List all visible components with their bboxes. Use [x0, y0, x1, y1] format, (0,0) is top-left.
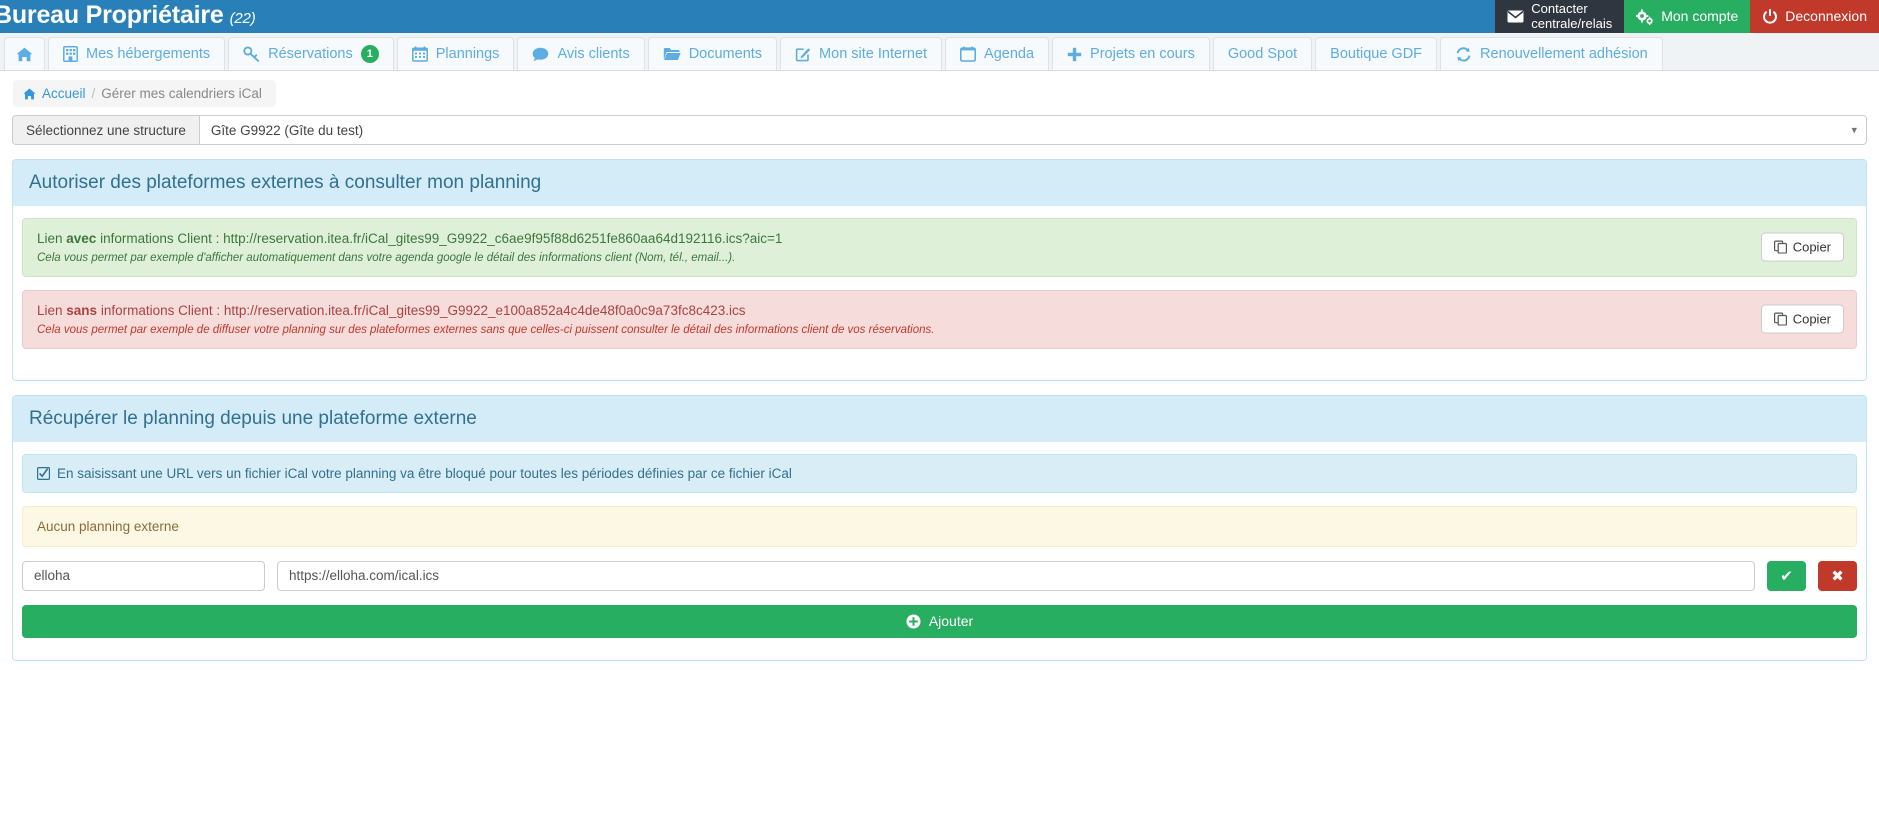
confirm-external-planning-button[interactable]: ✔ [1767, 560, 1806, 591]
contact-label-line2: centrale/relais [1531, 15, 1613, 31]
folder-icon [663, 47, 681, 61]
breadcrumb-separator: / [91, 86, 96, 101]
link-strong: avec [66, 231, 97, 246]
nav-tab-boutique-gdf[interactable]: Boutique GDF [1315, 37, 1438, 70]
nav-tab-label: Mes hébergements [86, 46, 211, 62]
contact-label-line1: Contacter [1531, 0, 1588, 16]
comment-icon [532, 47, 549, 62]
nav-tab-label: Good Spot [1227, 46, 1298, 62]
structure-select[interactable]: Gîte G9922 (Gîte du test) ▾ [198, 115, 1867, 145]
ical-link-without-client-info-note: Cela vous permet par exemple de diffuser… [37, 323, 935, 336]
panel-import-body: En saisissant une URL vers un fichier iC… [13, 442, 1866, 656]
nav-tab-label: Avis clients [557, 46, 630, 62]
import-info-bar: En saisissant une URL vers un fichier iC… [22, 453, 1857, 493]
logout-label: Deconnexion [1785, 8, 1867, 25]
copy-button-label: Copier [1792, 239, 1831, 255]
nav-tab-label: Réservations [268, 46, 353, 62]
building-icon [63, 46, 78, 62]
breadcrumb-home-link[interactable]: Accueil [42, 86, 86, 101]
no-external-planning-message: Aucun planning externe [22, 505, 1857, 547]
add-external-planning-label: Ajouter [928, 613, 974, 630]
panel-import-footer [13, 656, 1866, 660]
nav-tab-home[interactable] [4, 37, 45, 70]
nav-tab-documents[interactable]: Documents [647, 37, 778, 70]
panel-import-title: Récupérer le planning depuis une platefo… [13, 395, 1866, 442]
nav-tab-label: Plannings [435, 46, 500, 62]
contact-label: Contacter centrale/relais [1531, 0, 1613, 32]
copy-button-without-client-info[interactable]: Copier [1760, 304, 1844, 334]
external-planning-url-input[interactable] [277, 560, 1755, 591]
nav-tab-reservations[interactable]: Réservations 1 [228, 37, 394, 70]
external-planning-form-row: ✔ ✖ [22, 560, 1857, 591]
account-label: Mon compte [1661, 8, 1739, 25]
structure-selector-label: Sélectionnez une structure [12, 115, 199, 145]
home-icon [16, 47, 33, 62]
plus-circle-icon [906, 614, 921, 629]
nav-tab-label: Agenda [984, 46, 1035, 62]
panel-export-body: Lien avec informations Client : http://r… [13, 206, 1866, 380]
ical-link-without-client-info-text: Lien sans informations Client : http://r… [37, 302, 1736, 321]
top-bar-actions: Contacter centrale/relais Mon compte Dec… [1495, 0, 1879, 33]
panel-export-calendar: Autoriser des plateformes externes à con… [12, 159, 1867, 381]
structure-selector-row: Sélectionnez une structure Gîte G9922 (G… [12, 115, 1867, 145]
link-strong: sans [66, 302, 98, 318]
nav-tab-label: Boutique GDF [1330, 46, 1423, 62]
key-icon [243, 46, 260, 62]
breadcrumb: Accueil / Gérer mes calendriers iCal [13, 80, 276, 107]
copy-icon [1773, 312, 1787, 326]
copy-button-with-client-info[interactable]: Copier [1760, 232, 1844, 262]
nav-tab-agenda[interactable]: Agenda [945, 37, 1050, 70]
plus-icon [1067, 47, 1082, 62]
nav-tab-label: Documents [688, 46, 763, 62]
chevron-down-icon: ▾ [1851, 124, 1857, 137]
panel-export-title: Autoriser des plateformes externes à con… [13, 160, 1866, 206]
nav-tab-plannings[interactable]: Plannings [396, 37, 515, 70]
link-url: informations Client : http://reservation… [97, 302, 746, 318]
nav-tab-projets-en-cours[interactable]: Projets en cours [1052, 37, 1210, 70]
main-navigation: Mes hébergements Réservations 1 Planning… [0, 33, 1879, 71]
external-planning-name-input[interactable] [22, 560, 265, 591]
app-title-count: (22) [229, 9, 256, 27]
reservations-badge: 1 [360, 45, 379, 63]
pencil-square-icon [795, 46, 811, 62]
checkbox-checked-icon [37, 466, 50, 480]
app-title: Bureau Propriétaire [0, 0, 224, 29]
nav-tab-label: Renouvellement adhésion [1480, 46, 1648, 62]
nav-tab-mes-hebergements[interactable]: Mes hébergements [48, 37, 226, 70]
gears-icon [1636, 8, 1654, 25]
cancel-external-planning-button[interactable]: ✖ [1818, 560, 1857, 591]
copy-button-label: Copier [1792, 311, 1831, 327]
ical-link-with-client-info: Lien avec informations Client : http://r… [22, 218, 1857, 277]
breadcrumb-current: Gérer mes calendriers iCal [101, 86, 262, 101]
copy-icon [1773, 240, 1787, 254]
nav-tab-label: Projets en cours [1090, 46, 1195, 62]
top-bar: Bureau Propriétaire (22) Contacter centra… [0, 0, 1879, 33]
link-prefix: Lien [37, 231, 67, 246]
nav-tab-avis-clients[interactable]: Avis clients [517, 37, 645, 70]
link-prefix: Lien [37, 302, 67, 318]
structure-select-value: Gîte G9922 (Gîte du test) [210, 122, 364, 138]
contact-button[interactable]: Contacter centrale/relais [1495, 0, 1625, 33]
import-info-text: En saisissant une URL vers un fichier iC… [57, 465, 792, 481]
ical-link-with-client-info-note: Cela vous permet par exemple d'afficher … [37, 251, 736, 264]
envelope-icon [1507, 10, 1524, 23]
calendar-grid-icon [411, 46, 428, 62]
nav-tab-good-spot[interactable]: Good Spot [1212, 37, 1313, 70]
power-icon [1762, 8, 1778, 25]
nav-tab-renouvellement-adhesion[interactable]: Renouvellement adhésion [1440, 37, 1663, 70]
panel-import-calendar: Récupérer le planning depuis une platefo… [12, 394, 1867, 661]
breadcrumb-container: Accueil / Gérer mes calendriers iCal [0, 71, 1879, 107]
home-icon [23, 88, 36, 100]
ical-link-with-client-info-text: Lien avec informations Client : http://r… [37, 230, 1736, 249]
app-brand: Bureau Propriétaire (22) [0, 0, 256, 33]
refresh-icon [1455, 46, 1472, 62]
logout-button[interactable]: Deconnexion [1750, 0, 1879, 33]
ical-link-without-client-info: Lien sans informations Client : http://r… [22, 289, 1857, 349]
account-button[interactable]: Mon compte [1624, 0, 1751, 33]
nav-tab-label: Mon site Internet [819, 46, 928, 62]
calendar-icon [960, 46, 977, 62]
nav-tab-mon-site-internet[interactable]: Mon site Internet [780, 37, 943, 70]
add-external-planning-button[interactable]: Ajouter [22, 604, 1857, 638]
link-url: informations Client : http://reservation… [96, 231, 783, 246]
